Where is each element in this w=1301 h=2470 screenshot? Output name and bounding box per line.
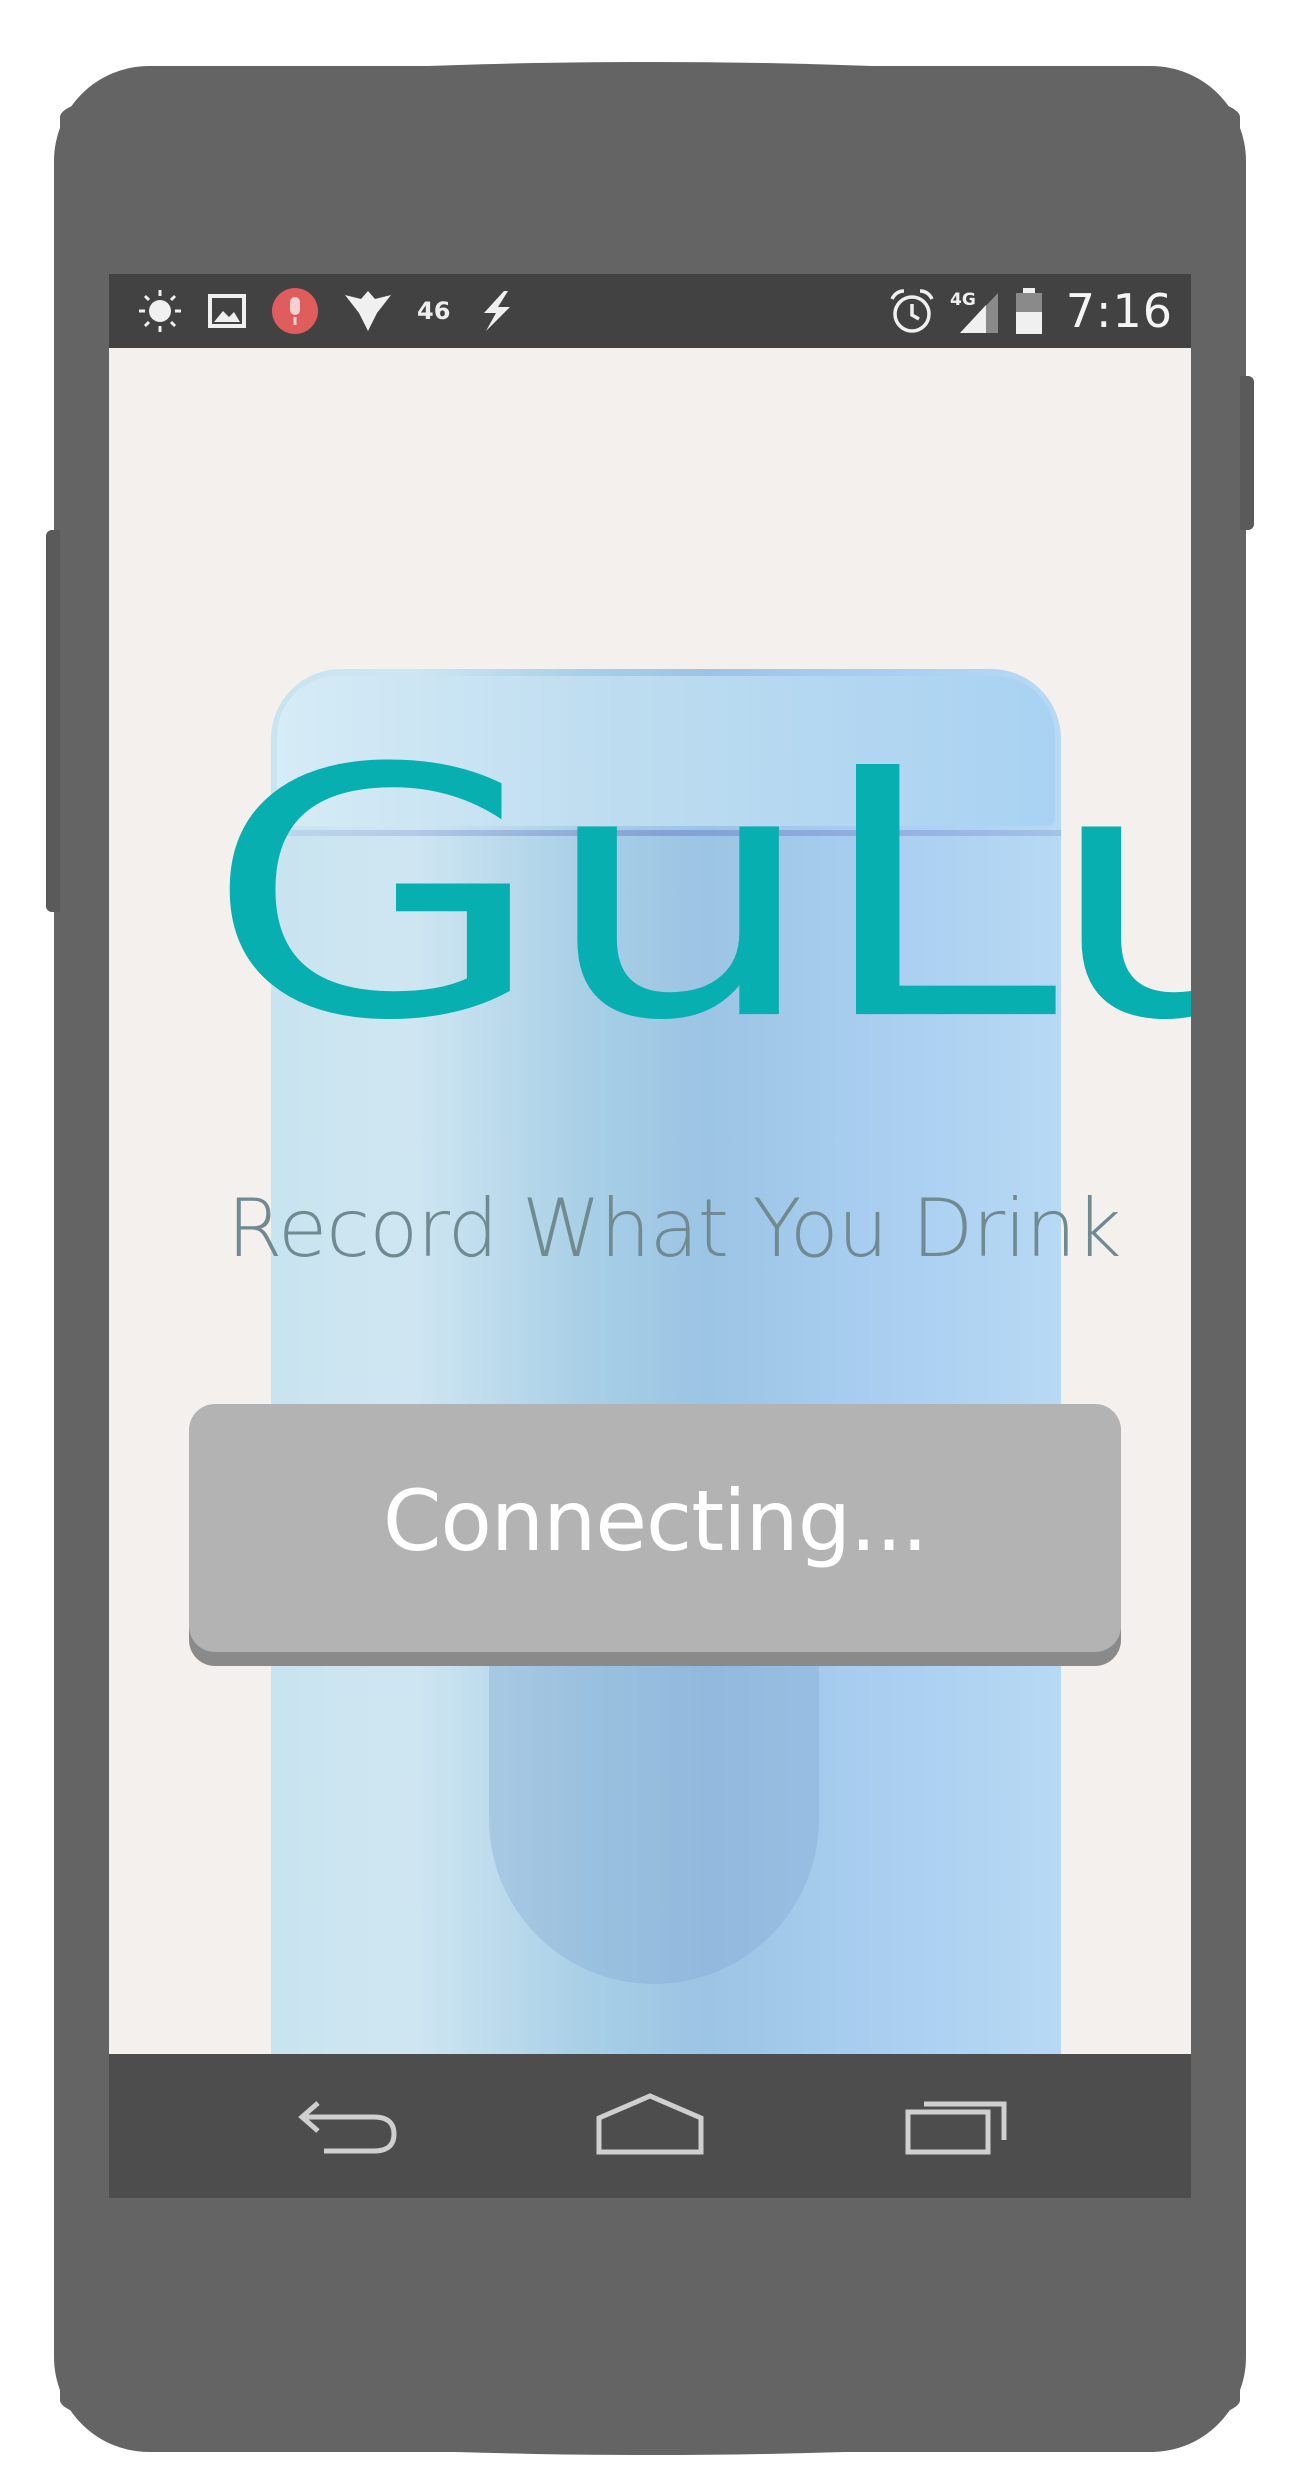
image-icon [207,293,247,329]
phone-top-edge [60,62,1240,182]
status-bar: 46 4G 7:16 [109,274,1191,348]
volume-button [46,530,60,912]
app-tagline: Record What You Drink [227,1182,1122,1275]
power-button [1240,376,1254,530]
home-button[interactable] [590,2084,710,2164]
back-icon [294,2089,404,2159]
status-bar-left: 46 [137,274,518,348]
signal-4g-icon: 4G [950,287,1000,335]
phone-mockup: 46 4G 7:16 GuL Record What You Drink Con… [0,0,1301,2470]
back-button[interactable] [289,2084,409,2164]
brightness-icon [137,288,183,334]
app-logo-title: GuLu [205,695,1191,1096]
svg-text:4G: 4G [950,290,976,310]
network-4g-icon: 46 [417,297,451,325]
signal-bird-icon [343,289,393,333]
recent-apps-button[interactable] [899,2084,1019,2164]
flash-icon [474,289,518,333]
phone-screen: 46 4G 7:16 GuL Record What You Drink Con… [109,274,1191,2198]
phone-bottom-edge [60,2330,1240,2455]
navigation-bar [109,2054,1191,2198]
home-icon [595,2092,705,2156]
mic-notification-icon [271,287,319,335]
connecting-button[interactable]: Connecting... [189,1404,1121,1652]
alarm-icon [888,287,936,335]
battery-icon [1014,286,1044,336]
recent-apps-icon [904,2092,1014,2156]
connecting-button-label: Connecting... [382,1472,928,1570]
status-time: 7:16 [1065,284,1173,338]
status-bar-right: 4G 7:16 [888,274,1173,348]
